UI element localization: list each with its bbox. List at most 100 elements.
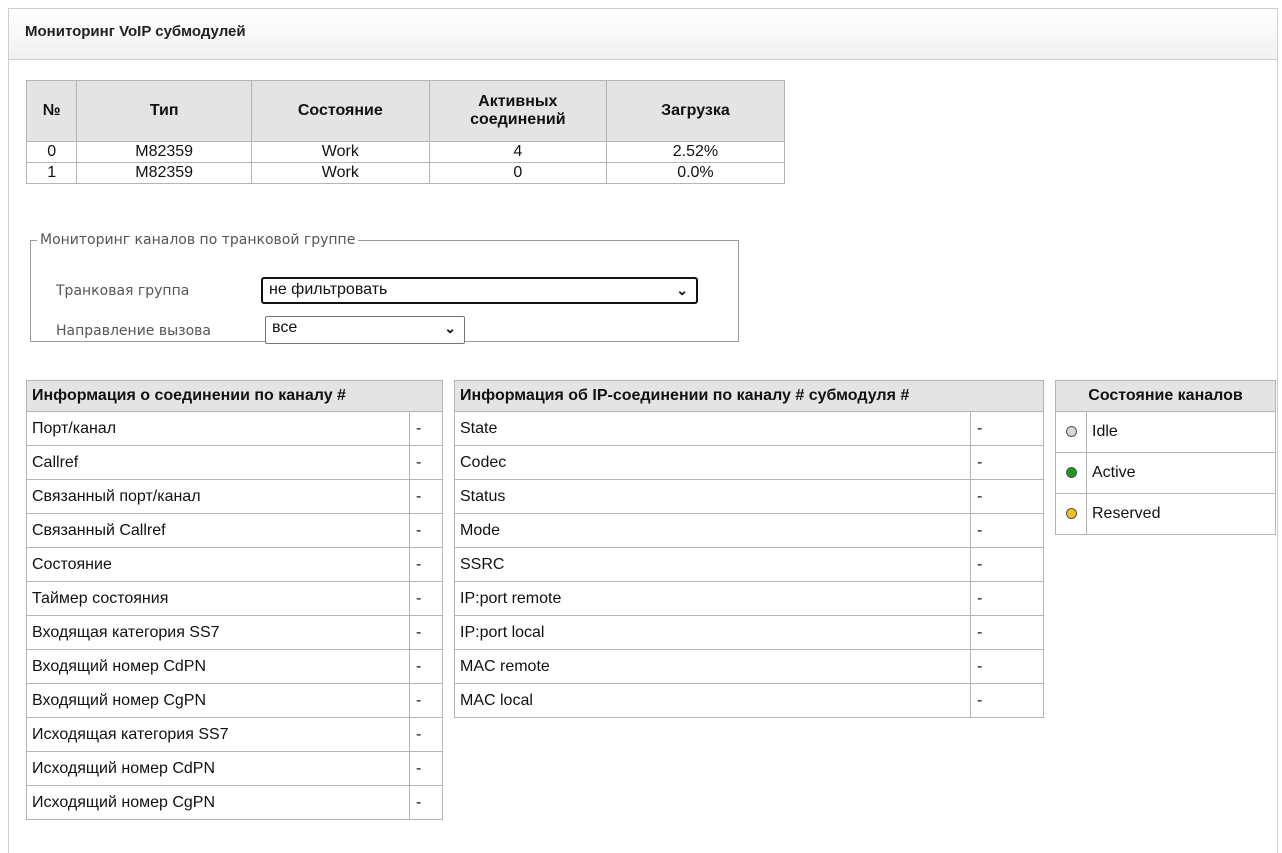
connection-info-value: - <box>409 581 443 616</box>
submodule-state: Work <box>250 162 430 184</box>
table-row: Входящий номер CgPN - <box>26 683 443 718</box>
submodule-load: 2.52% <box>605 141 786 163</box>
trunk-group-label: Транковая группа <box>56 283 190 299</box>
table-row: MAC local - <box>454 683 1044 718</box>
connection-info-value: - <box>409 717 443 752</box>
ip-info-value: - <box>970 683 1044 718</box>
connection-info-label: Callref <box>26 445 410 480</box>
connection-info-table: Информация о соединении по каналу # Порт… <box>26 380 443 820</box>
ip-info-value: - <box>970 513 1044 548</box>
table-row: Входящая категория SS7- <box>26 615 443 650</box>
connection-info-title: Информация о соединении по каналу # <box>26 380 443 412</box>
chevron-down-icon: ⌄ <box>444 320 456 336</box>
submodule-type: M82359 <box>76 141 252 163</box>
table-row: IP:port remote - <box>454 581 1044 616</box>
table-row: Исходящий номер CdPN - <box>26 751 443 786</box>
ip-info-label: IP:port remote <box>454 581 971 616</box>
ip-info-label: SSRC <box>454 547 971 582</box>
connection-info-label: Входящая категория SS7 <box>26 615 410 650</box>
connection-info-value: - <box>409 547 443 582</box>
ip-info-label: Codec <box>454 445 971 480</box>
list-item: Reserved <box>1055 493 1276 535</box>
table-row: Mode - <box>454 513 1044 548</box>
table-row: Состояние - <box>26 547 443 582</box>
connection-info-label: Состояние <box>26 547 410 582</box>
connection-info-value: - <box>409 513 443 548</box>
connection-info-value: - <box>409 683 443 718</box>
table-row: Связанный Callref - <box>26 513 443 548</box>
submodule-load: 0.0% <box>605 162 786 184</box>
submodule-active-connections: 4 <box>428 141 607 163</box>
ip-info-value: - <box>970 615 1044 650</box>
channel-states-title: Состояние каналов <box>1055 380 1276 412</box>
active-status-dot-icon <box>1065 467 1077 479</box>
table-row: 0 M82359 Work 4 2.52% <box>25 141 786 163</box>
panel-header: Мониторинг VoIP субмодулей <box>9 9 1277 60</box>
submodule-number: 0 <box>25 141 78 163</box>
table-row: MAC remote - <box>454 649 1044 684</box>
table-row: SSRC - <box>454 547 1044 582</box>
connection-info-value: - <box>409 785 443 820</box>
submodules-header-row: № Тип Состояние Активных соединений Загр… <box>25 80 786 142</box>
table-row: Исходящая категория SS7- <box>26 717 443 752</box>
trunk-group-selected-value: не фильтровать <box>269 281 388 298</box>
table-row: 1 M82359 Work 0 0.0% <box>25 162 786 184</box>
submodule-state: Work <box>250 141 430 163</box>
connection-info-label: Входящий номер CgPN <box>26 683 410 718</box>
call-direction-selected-value: все <box>272 319 298 336</box>
connection-info-value: - <box>409 445 443 480</box>
ip-info-title: Информация об IP-соединении по каналу # … <box>454 380 1044 412</box>
ip-info-label: State <box>454 411 971 446</box>
ip-info-value: - <box>970 411 1044 446</box>
call-direction-select[interactable]: все ⌄ <box>265 316 465 344</box>
connection-info-value: - <box>409 751 443 786</box>
ip-info-label: MAC remote <box>454 649 971 684</box>
table-row: Исходящий номер CgPN - <box>26 785 443 820</box>
connection-info-label: Исходящий номер CdPN <box>26 751 410 786</box>
connection-info-label: Порт/канал <box>26 411 410 446</box>
table-row: Связанный порт/канал - <box>26 479 443 514</box>
page-title: Мониторинг VoIP субмодулей <box>25 23 246 40</box>
table-row: Callref - <box>26 445 443 480</box>
connection-info-label: Исходящий номер CgPN <box>26 785 410 820</box>
connection-info-value: - <box>409 615 443 650</box>
table-row: Входящий номер CdPN - <box>26 649 443 684</box>
submodule-type: M82359 <box>76 162 252 184</box>
channel-state-label: Active <box>1086 452 1276 494</box>
connection-info-label: Связанный порт/канал <box>26 479 410 514</box>
table-row: Codec - <box>454 445 1044 480</box>
list-item: Idle <box>1055 411 1276 453</box>
ip-info-label: Status <box>454 479 971 514</box>
connection-info-value: - <box>409 411 443 446</box>
connection-info-label: Исходящая категория SS7 <box>26 717 410 752</box>
submodule-number: 1 <box>25 162 78 184</box>
trunk-group-select[interactable]: не фильтровать ⌄ <box>261 277 698 304</box>
channel-state-label: Idle <box>1086 411 1276 453</box>
column-header-active-connections: Активных соединений <box>428 80 607 142</box>
connection-info-label: Таймер состояния <box>26 581 410 616</box>
ip-info-value: - <box>970 649 1044 684</box>
ip-info-label: MAC local <box>454 683 971 718</box>
table-row: Status - <box>454 479 1044 514</box>
list-item: Active <box>1055 452 1276 494</box>
ip-info-value: - <box>970 479 1044 514</box>
ip-info-value: - <box>970 445 1044 480</box>
connection-info-label: Связанный Callref <box>26 513 410 548</box>
table-row: State - <box>454 411 1044 446</box>
ip-connection-info-table: Информация об IP-соединении по каналу # … <box>454 380 1044 718</box>
connection-info-value: - <box>409 479 443 514</box>
submodule-active-connections: 0 <box>428 162 607 184</box>
channel-state-label: Reserved <box>1086 493 1276 535</box>
column-header-type: Тип <box>76 80 252 142</box>
ip-info-value: - <box>970 547 1044 582</box>
connection-info-label: Входящий номер CdPN <box>26 649 410 684</box>
table-row: Таймер состояния - <box>26 581 443 616</box>
trunk-filter-legend: Мониторинг каналов по транковой группе <box>40 232 356 248</box>
connection-info-value: - <box>409 649 443 684</box>
chevron-down-icon: ⌄ <box>676 282 688 298</box>
table-row: IP:port local - <box>454 615 1044 650</box>
column-header-state: Состояние <box>250 80 430 142</box>
ip-info-label: IP:port local <box>454 615 971 650</box>
ip-info-value: - <box>970 581 1044 616</box>
call-direction-label: Направление вызова <box>56 323 211 339</box>
